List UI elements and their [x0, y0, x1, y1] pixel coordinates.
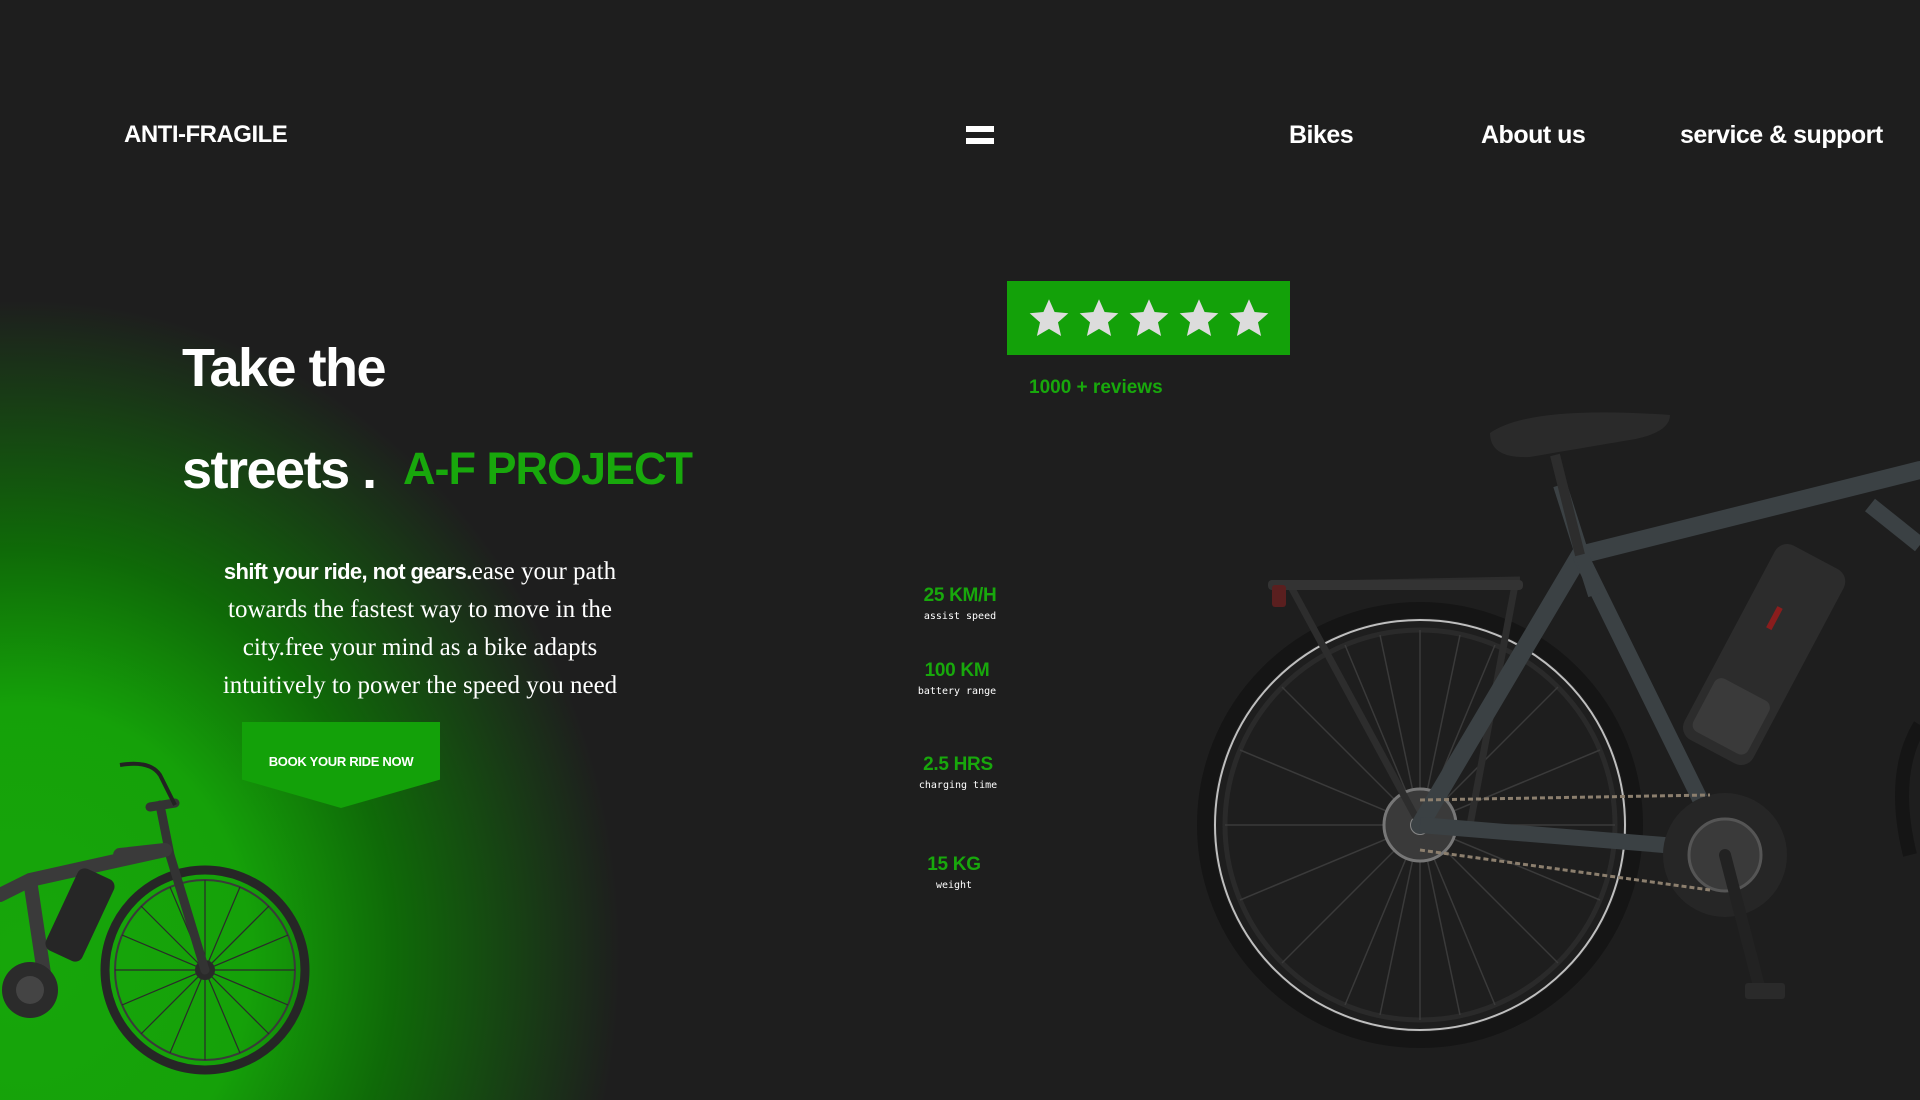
project-name: A-F PROJECT [403, 443, 693, 494]
nav-link-about-us[interactable]: About us [1481, 121, 1586, 150]
star-icon [1179, 299, 1218, 336]
hero-headline-line1: Take the [182, 338, 387, 398]
brand-logo[interactable]: ANTI-FRAGILE [124, 121, 288, 149]
hero-description: shift your ride, not gears.ease your pat… [190, 553, 650, 705]
star-icon [1229, 299, 1268, 336]
hamburger-icon[interactable] [966, 126, 994, 148]
star-icon [1129, 299, 1168, 336]
spec-charging-time: 2.5 HRS charging time [878, 754, 1038, 791]
spec-label: charging time [918, 780, 998, 791]
spec-battery-range: 100 KM battery range [877, 660, 1037, 697]
nav-link-service-support[interactable]: service & support [1680, 121, 1883, 150]
spec-value: 25 KM/H [923, 585, 997, 606]
ebike-small-image [0, 761, 310, 1075]
nav-link-bikes[interactable]: Bikes [1289, 121, 1354, 150]
spec-label: weight [935, 880, 973, 891]
spec-value: 100 KM [924, 660, 990, 681]
spec-value: 15 KG [927, 854, 981, 875]
star-icon [1029, 299, 1068, 336]
spec-label: assist speed [923, 611, 997, 622]
rating-stars [1007, 281, 1290, 355]
spec-weight: 15 KG weight [874, 854, 1034, 891]
hero-headline-line2: streets . [182, 440, 377, 500]
star-icon [1079, 299, 1118, 336]
ebike-large-image [1197, 412, 1920, 1048]
spec-label: battery range [917, 686, 997, 697]
spec-assist-speed: 25 KM/H assist speed [880, 585, 1040, 622]
reviews-count[interactable]: 1000 + reviews [1029, 377, 1163, 399]
tagline-bold: shift your ride, not gears. [223, 559, 472, 584]
spec-value: 2.5 HRS [923, 754, 993, 775]
